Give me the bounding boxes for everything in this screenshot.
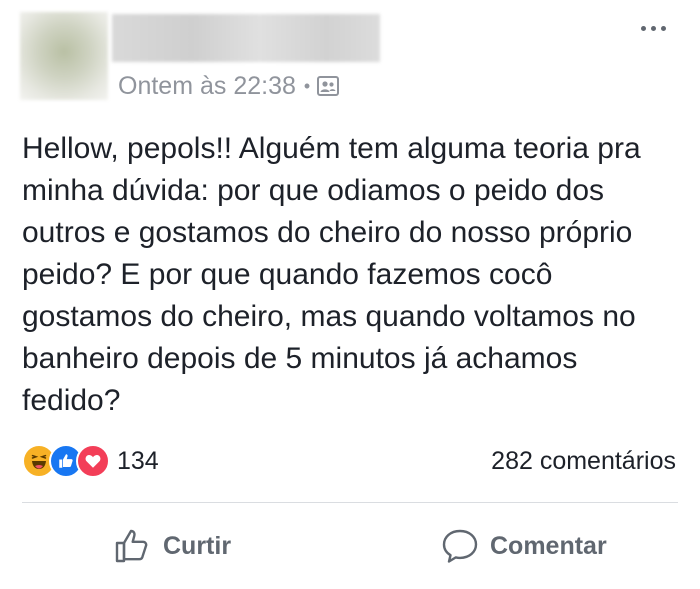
comments-count[interactable]: 282 comentários — [491, 447, 676, 476]
facebook-post: Ontem às 22:38 • Hellow, pepols!! Alguém… — [0, 0, 700, 589]
reaction-count: 134 — [117, 446, 159, 475]
more-options-icon[interactable] — [641, 26, 666, 31]
like-button[interactable]: Curtir — [113, 526, 231, 566]
friends-icon[interactable] — [316, 74, 340, 98]
divider — [22, 502, 678, 503]
post-timestamp[interactable]: Ontem às 22:38 — [118, 72, 296, 101]
like-label: Curtir — [163, 531, 232, 560]
love-reaction-icon — [76, 444, 110, 478]
comment-button[interactable]: Comentar — [440, 526, 607, 566]
post-text: Hellow, pepols!! Alguém tem alguma teori… — [22, 132, 641, 417]
meta-separator: • — [303, 75, 311, 96]
comment-label: Comentar — [490, 531, 607, 560]
author-name-blurred[interactable] — [112, 14, 380, 62]
thumbs-up-icon — [113, 526, 153, 566]
avatar[interactable] — [20, 12, 108, 100]
post-meta: Ontem às 22:38 • — [118, 70, 340, 102]
reactions-summary[interactable]: 134 — [22, 444, 159, 478]
comment-icon — [440, 526, 480, 566]
